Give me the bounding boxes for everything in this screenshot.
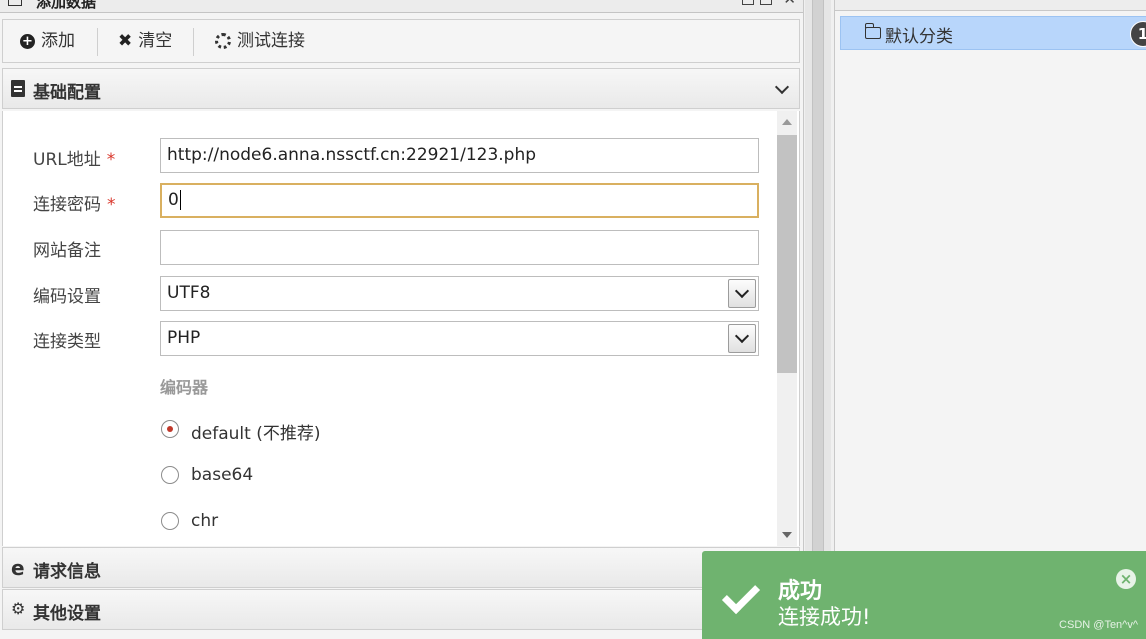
x-icon: ✖ (118, 31, 133, 51)
add-button[interactable]: + 添加 (20, 20, 75, 62)
toolbar-divider (97, 28, 98, 56)
clear-button[interactable]: ✖ 清空 (118, 20, 172, 62)
text-caret (179, 190, 181, 210)
check-icon (721, 575, 761, 615)
radio-encoder-default-label[interactable]: default (不推荐) (191, 419, 320, 444)
radio-encoder-base64-label[interactable]: base64 (191, 465, 253, 485)
section-basic-label: 基础配置 (33, 83, 101, 103)
category-panel-header (835, 0, 1146, 11)
note-input[interactable] (160, 230, 759, 265)
document-icon (11, 80, 25, 97)
section-request-info[interactable]: e 请求信息 (2, 547, 800, 588)
radio-encoder-chr[interactable] (161, 512, 179, 530)
close-window-icon[interactable]: ✕ (783, 0, 796, 8)
section-other-label: 其他设置 (33, 604, 101, 624)
gears-icon: ⚙ (11, 599, 26, 618)
category-label: 默认分类 (885, 27, 953, 47)
success-toast: 成功 连接成功! × CSDN @Ten^v^ (702, 551, 1146, 639)
encoding-select[interactable]: UTF8 (160, 276, 759, 311)
clear-button-label: 清空 (138, 31, 173, 51)
close-toast-icon[interactable]: × (1116, 569, 1136, 589)
test-connection-button[interactable]: 测试连接 (215, 20, 305, 62)
window-icon (8, 0, 22, 6)
toast-message: 连接成功! (778, 605, 871, 629)
section-basic-config[interactable]: 基础配置 (2, 68, 800, 109)
radio-encoder-default[interactable] (161, 420, 179, 438)
category-count-badge: 1 (1130, 21, 1146, 47)
watermark: CSDN @Ten^v^ (1059, 619, 1138, 631)
test-connection-label: 测试连接 (237, 31, 305, 51)
chevron-down-icon (774, 79, 790, 95)
folder-icon (864, 23, 881, 39)
basic-config-form: URL地址 * http://node6.anna.nssctf.cn:22921… (2, 111, 800, 546)
radio-encoder-chr-label[interactable]: chr (191, 511, 218, 531)
required-mark: * (106, 150, 116, 170)
form-scrollbar[interactable] (777, 111, 797, 546)
scrollbar-thumb[interactable] (777, 135, 797, 373)
add-button-label: 添加 (41, 31, 75, 51)
url-input[interactable]: http://node6.anna.nssctf.cn:22921/123.ph… (160, 138, 759, 173)
minimize-icon[interactable] (742, 0, 754, 5)
ie-icon: e (11, 556, 25, 580)
section-request-label: 请求信息 (33, 562, 101, 582)
chevron-down-icon[interactable] (728, 279, 756, 308)
category-item-default[interactable]: 默认分类 1 (840, 16, 1146, 50)
panel-splitter[interactable] (805, 0, 831, 639)
radio-encoder-base64[interactable] (161, 466, 179, 484)
toolbar-divider (193, 28, 194, 56)
scroll-down-icon[interactable] (782, 532, 792, 538)
encoding-label: 编码设置 (33, 287, 101, 307)
splitter-bar[interactable] (812, 0, 824, 639)
toolbar: + 添加 ✖ 清空 测试连接 (2, 19, 800, 63)
window-titlebar: 添加数据 ✕ (0, 0, 803, 13)
spinner-icon (215, 33, 231, 49)
chevron-down-icon[interactable] (728, 324, 756, 353)
url-label: URL地址 * (33, 150, 116, 170)
type-label: 连接类型 (33, 332, 101, 352)
maximize-icon[interactable] (760, 0, 772, 5)
section-other-settings[interactable]: ⚙ 其他设置 (2, 589, 800, 630)
type-select[interactable]: PHP (160, 321, 759, 356)
encoder-title: 编码器 (160, 378, 209, 397)
password-label: 连接密码 * (33, 195, 116, 215)
scroll-up-icon[interactable] (782, 119, 792, 125)
plus-circle-icon: + (20, 33, 35, 49)
note-label: 网站备注 (33, 241, 101, 261)
required-mark: * (107, 195, 116, 215)
window-title: 添加数据 (36, 0, 97, 11)
password-input[interactable]: 0 (160, 183, 759, 218)
category-panel: 默认分类 1 (834, 0, 1146, 639)
add-data-window: 添加数据 ✕ + 添加 ✖ 清空 测试连接 基础配置 URL地址* http:/… (0, 0, 804, 639)
